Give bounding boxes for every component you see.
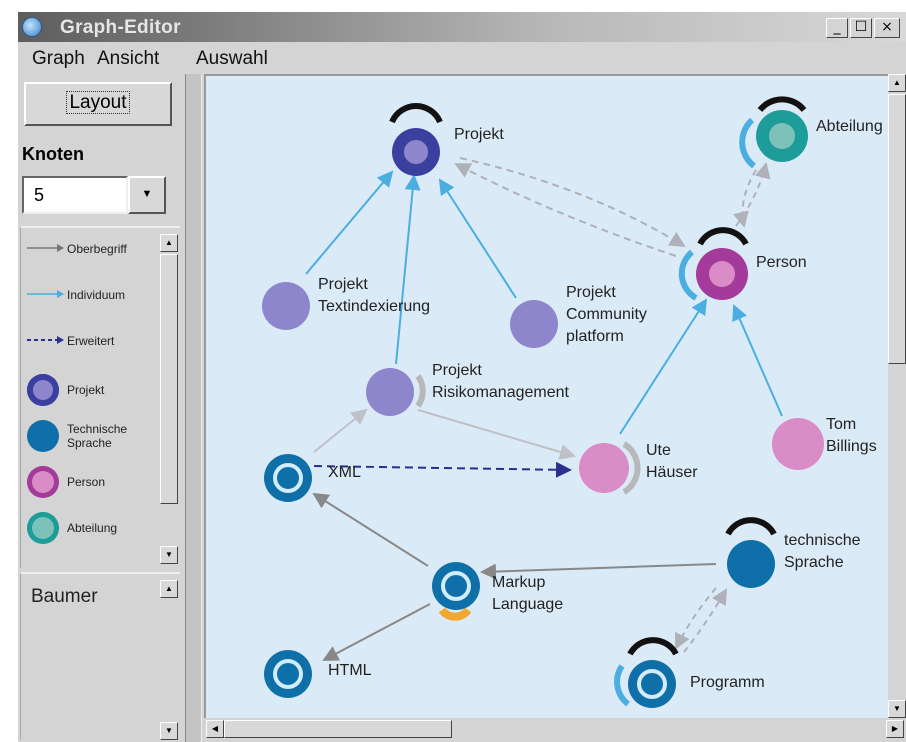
projekt-node-icon [27, 374, 59, 406]
edge-person-projekt-dashed [454, 163, 677, 257]
canvas-vertical-scrollbar[interactable]: ▲ ▼ [888, 74, 906, 718]
legend-label: Technische Sprache [67, 422, 128, 450]
legend-label: Projekt [67, 383, 105, 397]
layout-button[interactable]: Layout [24, 82, 172, 126]
edge-tom-person [732, 304, 783, 417]
gray-arrow-icon [27, 244, 64, 252]
tree-panel: Baumer [20, 572, 180, 740]
node-textindexierung[interactable] [262, 282, 310, 330]
legend-label: Individuum [67, 288, 126, 302]
scroll-down-icon[interactable]: ▼ [160, 546, 178, 564]
knoten-label: Knoten [22, 144, 84, 164]
sprache-node-icon [27, 420, 59, 452]
dashed-arrow-icon [27, 336, 64, 344]
node-label-tom: Tom Billings [826, 416, 877, 455]
legend-label: Person [67, 475, 106, 489]
panel-splitter[interactable] [185, 74, 202, 742]
minimize-button[interactable]: _ [826, 18, 848, 38]
node-label-community: Projekt Community platform [566, 284, 647, 345]
knoten-select[interactable]: 5 [22, 176, 128, 214]
legend-item-abteilung: Abteilung [21, 512, 161, 552]
scroll-up-icon[interactable]: ▲ [160, 234, 178, 252]
node-label-markup: Markup Language [492, 574, 564, 613]
node-label-risikomanagement: Projekt Risikomanagement [432, 362, 569, 401]
legend-panel: Oberbegriff Individuum Erweitert Projekt [20, 226, 180, 568]
scroll-down-icon[interactable]: ▼ [888, 700, 906, 718]
legend-item-oberbegriff: Oberbegriff [21, 236, 161, 276]
tree-root-label[interactable]: Baumer [31, 586, 98, 608]
scroll-left-icon[interactable]: ◀ [206, 720, 224, 738]
node-label-html: HTML [328, 662, 372, 679]
edge-risiko-ute [417, 409, 576, 460]
node-html[interactable] [264, 650, 312, 698]
node-xml[interactable] [264, 454, 312, 502]
edge-markup-xml [312, 492, 429, 567]
app-icon [22, 17, 42, 37]
edge-xml-risiko [313, 408, 368, 453]
scroll-up-icon[interactable]: ▲ [160, 580, 178, 598]
edge-risiko-projekt [395, 174, 421, 365]
legend-item-technische-sprache: Technische Sprache [21, 420, 161, 460]
node-person[interactable] [678, 227, 749, 301]
legend-label: Abteilung [67, 521, 118, 535]
menu-bar: Graph Ansicht Auswahl [18, 42, 906, 74]
node-markup[interactable] [432, 562, 480, 621]
edge-programm-techsprache-dashed [683, 588, 728, 653]
window-title: Graph-Editor [60, 17, 181, 38]
person-node-icon [27, 466, 59, 498]
node-label-xml: XML [328, 464, 361, 481]
legend-label: Oberbegriff [67, 242, 127, 256]
node-abteilung[interactable] [739, 96, 808, 169]
node-label-abteilung: Abteilung [816, 118, 883, 135]
node-label-technische-sprache: technische Sprache [784, 532, 861, 571]
scroll-thumb[interactable] [224, 720, 452, 738]
edge-textindex-projekt [305, 170, 394, 275]
layout-button-label: Layout [66, 91, 130, 114]
edge-markup-html [322, 603, 431, 661]
left-panel: Layout Knoten 5 ▼ Oberbegriff Individuum [18, 74, 185, 742]
canvas-horizontal-scrollbar[interactable]: ◀ ▶ [204, 718, 906, 742]
node-label-ute: Ute Häuser [646, 442, 698, 481]
scroll-thumb[interactable] [888, 94, 906, 364]
blue-arrow-icon [27, 290, 64, 298]
node-programm[interactable] [614, 637, 679, 708]
node-community[interactable] [510, 300, 558, 348]
node-label-programm: Programm [690, 674, 765, 691]
legend-item-erweitert: Erweitert [21, 328, 161, 368]
menu-graph[interactable]: Graph [32, 48, 85, 70]
node-projekt[interactable] [389, 103, 443, 176]
scroll-right-icon[interactable]: ▶ [886, 720, 904, 738]
node-technische-sprache[interactable] [725, 517, 777, 588]
title-bar[interactable]: Graph-Editor _ ☐ × [18, 12, 906, 42]
legend-item-person: Person [21, 466, 161, 506]
legend-label: Erweitert [67, 334, 115, 348]
node-ute[interactable] [579, 441, 641, 495]
graph-canvas[interactable]: Projekt Abteilung Person Projekt Textind… [204, 74, 888, 718]
edge-person-abteilung-dashed [735, 162, 771, 227]
edge-techsprache-markup [480, 563, 717, 580]
maximize-button[interactable]: ☐ [850, 18, 872, 38]
node-risikomanagement[interactable] [366, 368, 426, 416]
scroll-up-icon[interactable]: ▲ [888, 74, 906, 92]
menu-ansicht[interactable]: Ansicht [97, 48, 159, 70]
legend-item-projekt: Projekt [21, 374, 161, 414]
edge-community-projekt [438, 178, 517, 299]
close-button[interactable]: × [874, 18, 900, 38]
legend-item-individuum: Individuum [21, 282, 161, 322]
tree-scrollbar[interactable]: ▲ ▼ [160, 580, 178, 740]
scroll-down-icon[interactable]: ▼ [160, 722, 178, 740]
legend-scrollbar[interactable]: ▲ ▼ [160, 234, 178, 564]
node-label-projekt: Projekt [454, 126, 504, 143]
edge-projekt-person-dashed [459, 157, 686, 248]
abteilung-node-icon [27, 512, 59, 544]
chevron-down-icon[interactable]: ▼ [128, 176, 166, 214]
node-tom[interactable] [772, 418, 824, 470]
menu-auswahl[interactable]: Auswahl [196, 48, 268, 70]
graph-editor-window: Graph-Editor _ ☐ × Graph Ansicht Auswahl… [18, 12, 906, 742]
node-label-textindexierung: Projekt Textindexierung [318, 276, 431, 315]
scroll-thumb[interactable] [160, 254, 178, 504]
edge-techsprache-programm-dashed [675, 587, 717, 650]
node-label-person: Person [756, 254, 807, 271]
